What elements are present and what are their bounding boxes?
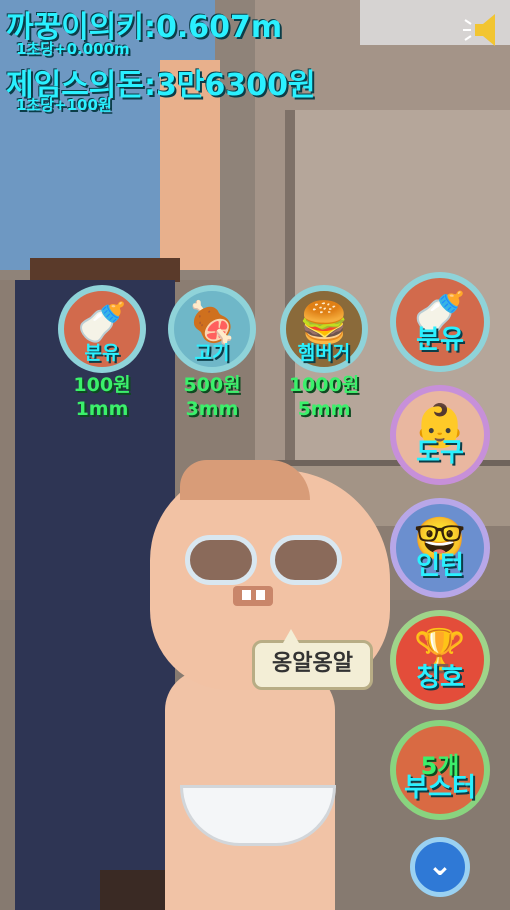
food-item-meat[interactable]: 🍖 고기 500원 3mm xyxy=(158,285,266,421)
baby-tooth xyxy=(256,590,265,600)
food-button[interactable]: 🍼 분유 xyxy=(58,285,146,373)
menu-label: 도구 xyxy=(416,438,464,468)
money-rate-readout: 1초당+100원 xyxy=(16,96,112,114)
scroll-down-button[interactable]: ⌄ xyxy=(410,837,470,897)
menu-label: 부스터 xyxy=(404,773,476,803)
baby-left-eye xyxy=(185,535,257,585)
food-name: 분유 xyxy=(84,342,120,364)
food-button[interactable]: 🍖 고기 xyxy=(168,285,256,373)
food-growth: 1mm xyxy=(75,398,129,420)
baby-right-eye xyxy=(270,535,342,585)
food-name: 햄버거 xyxy=(297,342,351,364)
menu-formula-button[interactable]: 🍼 분유 xyxy=(390,272,490,372)
food-button[interactable]: 🍔 햄버거 xyxy=(280,285,368,373)
sound-toggle-button[interactable] xyxy=(463,12,499,48)
food-growth: 5mm xyxy=(297,398,351,420)
menu-title-button[interactable]: 🏆 칭호 xyxy=(390,610,490,710)
menu-label: 분유 xyxy=(416,325,464,355)
game-stage[interactable]: 까꿍이의키:0.607m 1초당+0.000m 제임스의돈:3만6300원 1초… xyxy=(0,0,510,910)
height-rate-readout: 1초당+0.000m xyxy=(16,40,130,58)
baby-hair xyxy=(180,460,310,500)
baby-mouth xyxy=(233,586,273,606)
menu-label: 인턴 xyxy=(416,551,464,581)
menu-intern-button[interactable]: 🤓 인턴 xyxy=(390,498,490,598)
food-price: 100원 xyxy=(73,374,131,396)
baby-tooth xyxy=(242,590,251,600)
menu-label: 칭호 xyxy=(416,663,464,693)
food-price: 1000원 xyxy=(288,374,360,396)
dad-belt xyxy=(30,258,180,282)
menu-tools-button[interactable]: 👶 도구 xyxy=(390,385,490,485)
food-item-burger[interactable]: 🍔 햄버거 1000원 5mm xyxy=(270,285,378,421)
food-name: 고기 xyxy=(194,342,230,364)
food-item-formula[interactable]: 🍼 분유 100원 1mm xyxy=(48,285,156,421)
food-growth: 3mm xyxy=(185,398,239,420)
baby-speech-bubble: 옹알옹알 xyxy=(252,629,373,690)
speaker-icon xyxy=(463,14,495,46)
chevron-down-icon: ⌄ xyxy=(427,848,453,883)
food-price: 500원 xyxy=(183,374,241,396)
menu-booster-button[interactable]: 5개 부스터 xyxy=(390,720,490,820)
